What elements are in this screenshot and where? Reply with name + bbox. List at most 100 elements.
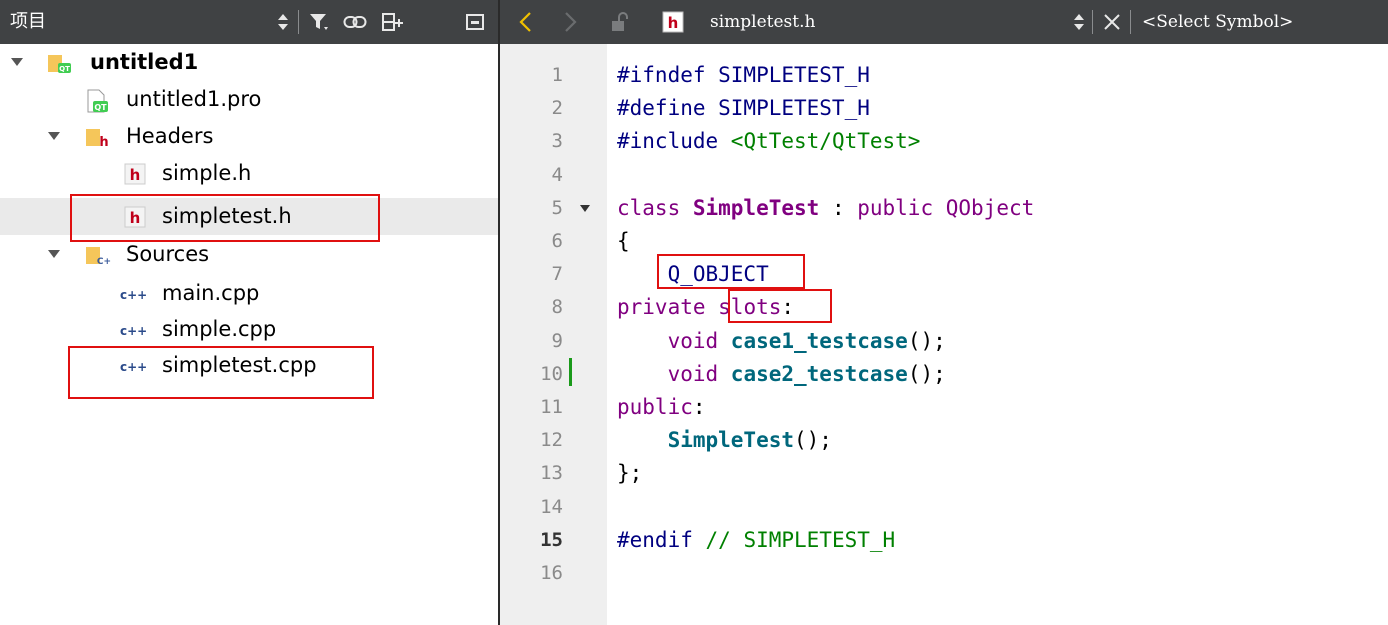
- editor-filename[interactable]: simpletest.h: [710, 0, 815, 44]
- code-line[interactable]: #ifndef SIMPLETEST_H: [617, 59, 870, 92]
- line-number: 14: [540, 496, 563, 518]
- expand-arrow-icon[interactable]: [48, 132, 60, 140]
- code-token: // SIMPLETEST_H: [705, 528, 896, 552]
- code-line[interactable]: void case1_testcase();: [617, 325, 946, 358]
- line-number: 1: [551, 64, 563, 86]
- svg-text:c++: c++: [120, 288, 147, 302]
- code-line[interactable]: };: [617, 457, 642, 490]
- code-line[interactable]: #include <QtTest/QtTest>: [617, 125, 920, 158]
- expand-arrow-icon[interactable]: [11, 58, 23, 66]
- headers-folder-icon: h: [84, 126, 109, 150]
- close-pane-icon[interactable]: [462, 0, 488, 44]
- modified-line-marker: [569, 358, 572, 386]
- highlight-box-simpletest-h: [70, 194, 380, 242]
- svg-text:h: h: [99, 135, 108, 148]
- line-number: 5: [551, 197, 563, 219]
- cpp-file-icon: c++: [120, 319, 150, 341]
- code-token: #define SIMPLETEST_H: [617, 96, 870, 120]
- toolbar-separator: [298, 10, 299, 34]
- svg-text:QT: QT: [59, 65, 70, 73]
- header-file-icon: h: [660, 0, 686, 44]
- header-file-icon: h: [124, 163, 146, 185]
- code-token: void: [667, 362, 731, 386]
- updown-arrows-icon[interactable]: [272, 0, 294, 44]
- code-token: case1_testcase: [730, 329, 908, 353]
- code-token: SimpleTest: [667, 428, 795, 452]
- code-token: ();: [907, 329, 946, 353]
- tree-item-untitled1[interactable]: QT untitled1: [0, 44, 498, 81]
- line-number: 4: [551, 164, 563, 186]
- tree-item-untitled1-pro[interactable]: QT untitled1.pro: [0, 81, 498, 118]
- link-icon[interactable]: [340, 0, 370, 44]
- tree-item-main-cpp[interactable]: c++ main.cpp: [0, 275, 498, 312]
- code-token: :: [692, 395, 706, 419]
- code-token: void: [667, 329, 731, 353]
- filter-icon[interactable]: [306, 0, 334, 44]
- chevron-right-icon[interactable]: [558, 0, 584, 44]
- cpp-file-icon: c++: [120, 283, 150, 305]
- code-token: public: [857, 196, 946, 220]
- line-number: 2: [551, 97, 563, 119]
- tree-item-label: simple.h: [162, 161, 252, 185]
- svg-text:h: h: [668, 14, 679, 32]
- code-token: public: [617, 395, 693, 419]
- svg-text:h: h: [130, 166, 141, 184]
- code-token: case2_testcase: [730, 362, 908, 386]
- code-line[interactable]: #define SIMPLETEST_H: [617, 92, 870, 125]
- code-token: };: [617, 461, 643, 485]
- project-pane-title: 项目: [10, 11, 46, 32]
- line-number: 15: [540, 529, 563, 551]
- line-number: 9: [551, 330, 563, 352]
- code-line[interactable]: SimpleTest();: [617, 424, 832, 457]
- line-number: 12: [540, 429, 563, 451]
- close-icon[interactable]: [1098, 0, 1126, 44]
- highlight-box-slots: [728, 289, 832, 323]
- line-number: 10: [540, 363, 563, 385]
- toolbar-separator: [1130, 10, 1131, 34]
- fold-arrow-icon[interactable]: [580, 205, 590, 212]
- tree-item-label: untitled1.pro: [126, 87, 262, 111]
- code-token: SimpleTest: [692, 196, 820, 220]
- code-line[interactable]: public:: [617, 391, 706, 424]
- svg-text:QT: QT: [94, 103, 107, 112]
- tree-item-label: simple.cpp: [162, 317, 277, 341]
- code-line[interactable]: void case2_testcase();: [617, 358, 946, 391]
- code-token: class: [617, 196, 693, 220]
- code-token: private: [617, 295, 719, 319]
- line-number: 13: [540, 462, 563, 484]
- tree-item-simple-h[interactable]: h simple.h: [0, 155, 498, 192]
- code-token: #ifndef SIMPLETEST_H: [617, 63, 870, 87]
- project-tree: QT untitled1 QT untitled1.pro h Headers …: [0, 44, 498, 625]
- code-token: :: [819, 196, 858, 220]
- code-token: QObject: [945, 196, 1035, 220]
- tree-item-label: main.cpp: [162, 281, 260, 305]
- svg-text:c++: c++: [120, 324, 147, 338]
- tree-item-simple-cpp[interactable]: c++ simple.cpp: [0, 311, 498, 348]
- chevron-left-icon[interactable]: [512, 0, 538, 44]
- editor-toolbar: h simpletest.h <Select Symbol>: [500, 0, 1388, 44]
- symbol-selector[interactable]: <Select Symbol>: [1142, 0, 1293, 44]
- split-add-icon[interactable]: [378, 0, 408, 44]
- unlock-icon[interactable]: [608, 0, 632, 44]
- code-line[interactable]: class SimpleTest : public QObject: [617, 192, 1034, 225]
- highlight-box-simpletest-cpp: [68, 346, 374, 399]
- line-number: 3: [551, 130, 563, 152]
- line-number: 16: [540, 562, 563, 584]
- file-dropdown-icon[interactable]: [1070, 0, 1088, 44]
- qt-pro-file-icon: QT: [84, 89, 108, 113]
- code-line[interactable]: #endif // SIMPLETEST_H: [617, 524, 895, 557]
- code-token: #include: [617, 129, 731, 153]
- tree-item-headers[interactable]: h Headers: [0, 118, 498, 155]
- highlight-box-q-object: [657, 254, 805, 289]
- svg-text:C+: C+: [97, 257, 111, 266]
- code-line[interactable]: {: [617, 225, 630, 258]
- toolbar-separator: [1092, 10, 1093, 34]
- line-number: 8: [551, 296, 563, 318]
- tree-item-label: untitled1: [90, 50, 199, 74]
- code-token: #endif: [617, 528, 706, 552]
- code-token: <QtTest/QtTest>: [730, 129, 921, 153]
- expand-arrow-icon[interactable]: [48, 250, 60, 258]
